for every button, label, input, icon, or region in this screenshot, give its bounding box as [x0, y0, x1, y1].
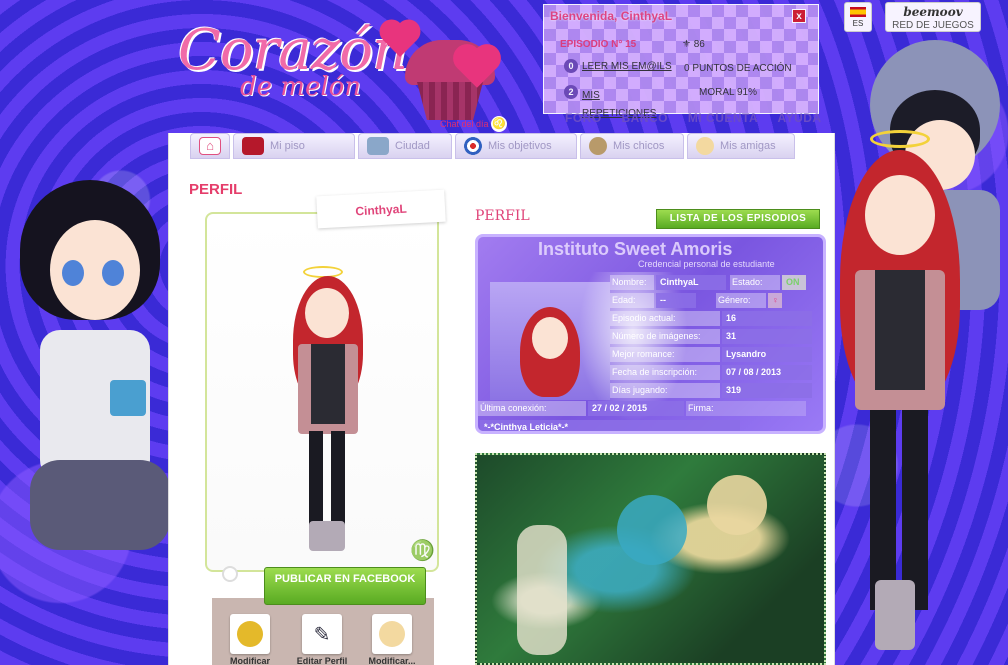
- help-link[interactable]: AYUDA: [778, 111, 822, 125]
- main-nav: ⌂ Mi piso Ciudad Mis objetivos Mis chico…: [190, 133, 795, 159]
- nav-home[interactable]: ⌂: [190, 133, 230, 159]
- signature-label: Firma:: [686, 401, 806, 416]
- action-points: 0 PUNTOS DE ACCIÓN: [684, 63, 792, 74]
- cupcake-icon: [405, 40, 497, 120]
- episode-value: 16: [722, 311, 812, 326]
- best-romance-value: Lysandro: [722, 347, 812, 362]
- username-tab: CinthyaL: [316, 189, 446, 229]
- girl-icon: [696, 137, 714, 155]
- days-playing-label: Días jugando:: [610, 383, 720, 398]
- modify-lock-button[interactable]: [230, 614, 270, 654]
- action-label-modify2: Modificar...: [368, 656, 416, 665]
- age-label: Edad:: [610, 293, 654, 308]
- right-character-image: [830, 130, 990, 665]
- student-id-card: Instituto Sweet Amoris Credencial person…: [475, 234, 826, 434]
- name-label: Nombre:: [610, 275, 654, 290]
- nav-my-boys[interactable]: Mis chicos: [580, 133, 684, 159]
- publish-facebook-button[interactable]: PUBLICAR EN FACEBOOK: [264, 567, 426, 605]
- avatar-actions-bar: ✎ Modificar mi... Editar Perfil Modifica…: [212, 598, 434, 665]
- spain-flag-icon: [850, 7, 866, 17]
- player-avatar-image: [283, 266, 373, 556]
- moral-level: MORAL 91%: [699, 87, 757, 98]
- profile-gallery-image[interactable]: [475, 453, 826, 665]
- sofa-icon: [242, 137, 264, 155]
- best-romance-label: Mejor romance:: [610, 347, 720, 362]
- chat-link[interactable]: Chat del día ♌: [440, 116, 508, 132]
- coins-count: ⚜ 86: [682, 39, 705, 50]
- logo-subtitle: de melón: [240, 72, 362, 102]
- days-playing-value: 319: [722, 383, 812, 398]
- signup-date-label: Fecha de inscripción:: [610, 365, 720, 380]
- modify-avatar-button[interactable]: [372, 614, 412, 654]
- gender-value: ♀: [768, 293, 782, 308]
- top-links: FORO BANCO MI CUENTA AYUDA: [565, 111, 838, 125]
- card-subtitle: Credencial personal de estudiante: [638, 259, 775, 269]
- nav-label: Mis objetivos: [488, 140, 552, 152]
- close-button[interactable]: x: [792, 9, 806, 23]
- mails-badge: 0: [564, 59, 578, 73]
- state-label: Estado:: [730, 275, 780, 290]
- building-icon: [367, 137, 389, 155]
- read-mails-link[interactable]: LEER MIS EM@ILS: [582, 61, 672, 72]
- profile-motto: *-*Cinthya Leticia*-*: [480, 420, 740, 431]
- left-character-image: [10, 160, 170, 580]
- episode-label: Episodio actual:: [610, 311, 720, 326]
- bank-link[interactable]: BANCO: [622, 111, 669, 125]
- images-value: 31: [722, 329, 812, 344]
- edit-profile-button[interactable]: ✎: [302, 614, 342, 654]
- girl-icon: [379, 621, 405, 647]
- action-label-modify: Modificar mi...: [229, 656, 270, 665]
- fleur-icon: ⚜: [682, 39, 691, 50]
- account-link[interactable]: MI CUENTA: [688, 111, 758, 125]
- nav-objectives[interactable]: Mis objetivos: [455, 133, 577, 159]
- gender-label: Género:: [716, 293, 766, 308]
- profile-header: PERFIL: [475, 208, 530, 224]
- language-selector[interactable]: ES: [844, 2, 872, 32]
- episode-label: EPISODIO N° 15: [560, 39, 637, 50]
- reps-badge: 2: [564, 85, 578, 99]
- home-icon: ⌂: [199, 137, 221, 155]
- episodes-list-button[interactable]: LISTA DE LOS EPISODIOS: [656, 209, 820, 229]
- forum-link[interactable]: FORO: [565, 111, 602, 125]
- name-value: CinthyaL: [656, 275, 726, 290]
- nav-city[interactable]: Ciudad: [358, 133, 452, 159]
- avatar-card: [205, 212, 439, 572]
- age-value: --: [656, 293, 696, 308]
- last-connection-value: 27 / 02 / 2015: [588, 401, 684, 416]
- lock-icon: [237, 621, 263, 647]
- site-logo[interactable]: Corazón de melón: [170, 10, 430, 120]
- action-label-edit: Editar Perfil: [296, 656, 348, 665]
- beemoov-network-button[interactable]: beemoov RED DE JUEGOS: [885, 2, 981, 32]
- nav-label: Ciudad: [395, 140, 430, 152]
- images-label: Número de imágenes:: [610, 329, 720, 344]
- nav-label: Mis chicos: [613, 140, 665, 152]
- signup-date-value: 07 / 08 / 2013: [722, 365, 812, 380]
- status-dot: [222, 566, 238, 582]
- nav-label: Mis amigas: [720, 140, 776, 152]
- card-title: Instituto Sweet Amoris: [538, 239, 733, 259]
- zodiac-virgo-icon: ♍: [410, 540, 435, 562]
- nav-label: Mi piso: [270, 140, 305, 152]
- nav-my-apartment[interactable]: Mi piso: [233, 133, 355, 159]
- target-icon: [464, 137, 482, 155]
- last-connection-label: Última conexión:: [478, 401, 586, 416]
- boy-icon: [589, 137, 607, 155]
- pen-icon: ✎: [313, 624, 331, 646]
- welcome-panel: Bienvenida, CinthyaL x EPISODIO N° 15 ⚜ …: [543, 4, 819, 119]
- page-title: PERFIL: [189, 181, 243, 198]
- leo-icon: ♌: [491, 116, 508, 132]
- nav-my-friends[interactable]: Mis amigas: [687, 133, 795, 159]
- state-value: ON: [782, 275, 806, 290]
- welcome-title: Bienvenida, CinthyaL: [550, 9, 673, 23]
